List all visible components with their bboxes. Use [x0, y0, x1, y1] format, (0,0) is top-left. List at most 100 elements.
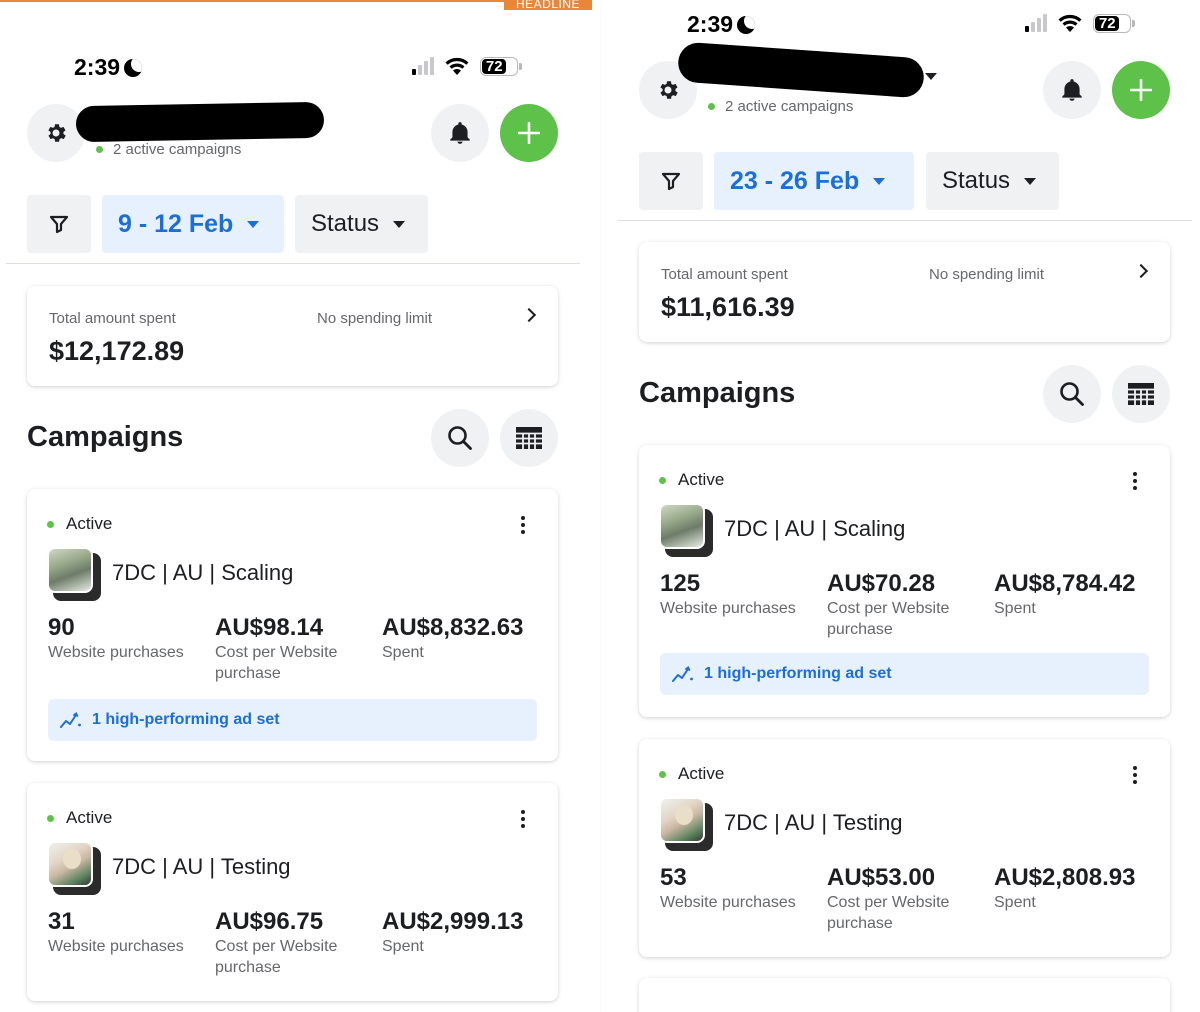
chevron-right-icon — [1133, 263, 1149, 279]
filter-button[interactable] — [639, 152, 703, 210]
metric-spent: AU$8,784.42 Spent — [994, 570, 1136, 617]
active-campaigns-indicator: 2 active campaigns — [96, 141, 241, 158]
redacted-account-name — [676, 41, 926, 99]
filter-button[interactable] — [27, 195, 91, 253]
table-icon — [1128, 383, 1154, 406]
metric-purchases: 53 Website purchases — [660, 864, 796, 911]
search-icon — [1060, 382, 1084, 406]
campaigns-heading: Campaigns — [27, 421, 184, 453]
active-campaigns-indicator: 2 active campaigns — [708, 98, 853, 115]
active-dot — [708, 103, 715, 110]
redacted-account-name — [75, 101, 325, 143]
notifications-button[interactable] — [1043, 61, 1101, 119]
status-time: 2:39 — [74, 54, 143, 81]
status-time: 2:39 — [687, 11, 756, 38]
filter-icon — [49, 215, 69, 234]
more-options-icon[interactable] — [1130, 766, 1140, 784]
caret-down-icon — [247, 220, 260, 228]
campaign-name[interactable]: 7DC | AU | Scaling — [112, 560, 293, 586]
campaign-thumbnail — [659, 503, 713, 557]
metric-purchases: 125 Website purchases — [660, 570, 796, 617]
date-range-dropdown[interactable]: 23 - 26 Feb — [714, 152, 914, 210]
caret-down-icon — [873, 177, 886, 185]
notifications-button[interactable] — [431, 104, 489, 162]
more-options-icon[interactable] — [518, 810, 528, 828]
total-spent-amount: $12,172.89 — [49, 336, 185, 366]
settings-button[interactable] — [27, 104, 85, 162]
caret-down-icon — [393, 220, 406, 228]
total-spend-card[interactable]: Total amount spent $12,172.89 No spendin… — [27, 286, 558, 386]
campaign-card-partial[interactable] — [639, 978, 1170, 1012]
create-campaign-button[interactable] — [500, 104, 558, 162]
filter-icon — [661, 172, 681, 191]
metric-purchases: 31 Website purchases — [48, 908, 184, 955]
metric-cost-per-purchase: AU$70.28 Cost per Website purchase — [827, 570, 950, 638]
metric-spent: AU$8,832.63 Spent — [382, 614, 524, 661]
chevron-right-icon — [521, 307, 537, 323]
campaigns-heading: Campaigns — [639, 377, 796, 409]
metric-purchases: 90 Website purchases — [48, 614, 184, 661]
screenshot-left: 2:39 72 2 active campaigns 9 - 12 Feb St… — [0, 0, 590, 1012]
campaign-card[interactable]: Active 7DC | AU | Testing 31 Website pur… — [27, 783, 558, 1001]
metric-cost-per-purchase: AU$53.00 Cost per Website purchase — [827, 864, 950, 932]
battery-icon: 72 — [480, 56, 522, 76]
plus-icon — [1130, 79, 1152, 101]
more-options-icon[interactable] — [1130, 472, 1140, 490]
trend-up-icon — [60, 712, 81, 728]
campaign-status: Active — [47, 808, 112, 828]
cellular-signal-icon — [1025, 14, 1047, 32]
plus-icon — [518, 122, 540, 144]
spending-limit-label: No spending limit — [929, 266, 1045, 283]
campaign-status: Active — [659, 764, 724, 784]
create-campaign-button[interactable] — [1112, 61, 1170, 119]
total-spend-card[interactable]: Total amount spent $11,616.39 No spendin… — [639, 242, 1170, 342]
metric-cost-per-purchase: AU$98.14 Cost per Website purchase — [215, 614, 338, 682]
screenshot-right: 2:39 72 2 active campaigns 23 - 26 Feb S… — [612, 0, 1200, 1012]
campaign-name[interactable]: 7DC | AU | Testing — [724, 810, 903, 836]
active-dot — [659, 476, 666, 484]
trend-up-icon — [672, 666, 693, 682]
total-spent-amount: $11,616.39 — [661, 292, 795, 322]
campaign-thumbnail — [47, 841, 101, 895]
active-dot — [47, 520, 54, 528]
status-dropdown[interactable]: Status — [295, 195, 428, 253]
campaign-thumbnail — [47, 547, 101, 601]
campaign-card[interactable]: Active 7DC | AU | Scaling 90 Website pur… — [27, 489, 558, 761]
status-icons: 72 — [412, 56, 522, 76]
caret-down-icon — [1024, 177, 1037, 185]
wifi-icon — [444, 56, 470, 76]
campaign-name[interactable]: 7DC | AU | Testing — [112, 854, 291, 880]
wifi-icon — [1057, 13, 1083, 33]
status-icons: 72 — [1025, 13, 1135, 33]
total-spent-label: Total amount spent — [661, 266, 788, 283]
high-performing-insight[interactable]: 1 high-performing ad set — [48, 699, 537, 741]
table-view-button[interactable] — [1112, 365, 1170, 423]
spending-limit-label: No spending limit — [317, 310, 433, 327]
account-caret-down-icon[interactable] — [925, 73, 937, 80]
date-range-dropdown[interactable]: 9 - 12 Feb — [102, 195, 284, 253]
battery-icon: 72 — [1093, 13, 1135, 33]
bell-icon — [450, 122, 470, 144]
gear-icon — [48, 124, 66, 142]
high-performing-insight[interactable]: 1 high-performing ad set — [660, 653, 1149, 695]
table-icon — [516, 427, 542, 450]
campaign-status: Active — [47, 514, 112, 534]
campaign-thumbnail — [659, 797, 713, 851]
more-options-icon[interactable] — [518, 516, 528, 534]
metric-spent: AU$2,808.93 Spent — [994, 864, 1136, 911]
search-button[interactable] — [1043, 365, 1101, 423]
search-button[interactable] — [431, 409, 489, 467]
table-view-button[interactable] — [500, 409, 558, 467]
bell-icon — [1062, 79, 1082, 101]
active-dot — [96, 146, 103, 153]
gear-icon — [660, 81, 678, 99]
status-dropdown[interactable]: Status — [926, 152, 1059, 210]
campaign-card[interactable]: Active 7DC | AU | Scaling 125 Website pu… — [639, 445, 1170, 717]
metric-spent: AU$2,999.13 Spent — [382, 908, 524, 955]
campaign-name[interactable]: 7DC | AU | Scaling — [724, 516, 905, 542]
search-icon — [448, 426, 472, 450]
moon-icon — [124, 58, 143, 77]
header-divider — [6, 263, 580, 264]
active-dot — [659, 770, 666, 778]
campaign-card[interactable]: Active 7DC | AU | Testing 53 Website pur… — [639, 739, 1170, 957]
